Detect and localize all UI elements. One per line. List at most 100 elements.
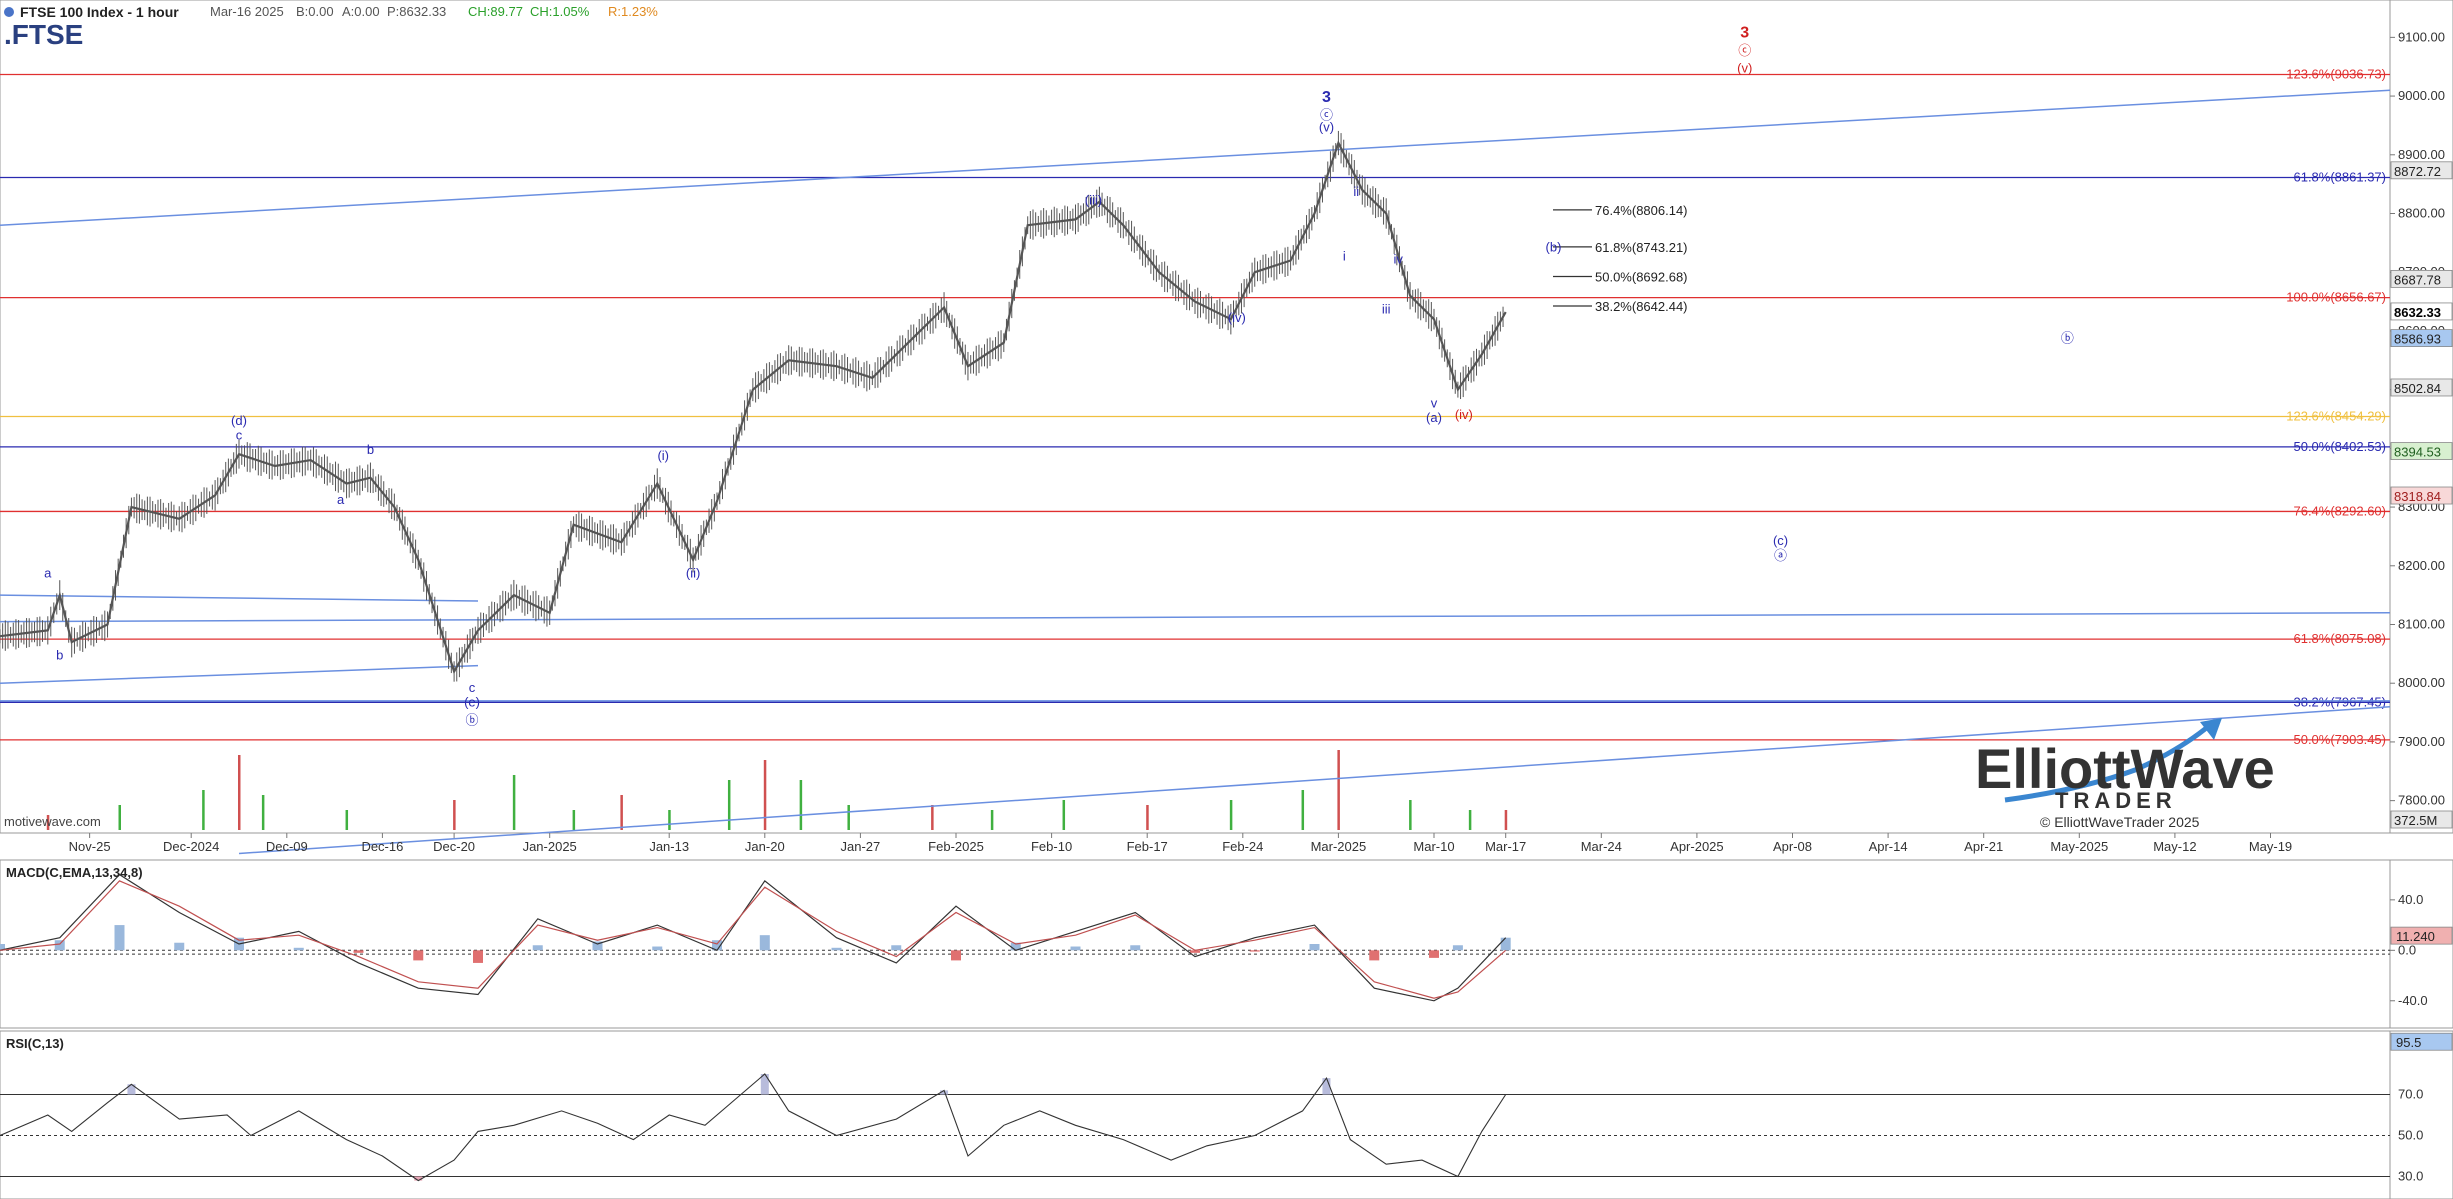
wave-label: 3	[1740, 24, 1749, 41]
chart-date: Mar-16 2025	[210, 4, 284, 19]
wave-label: iv	[1393, 251, 1403, 266]
wave-label: v	[1431, 395, 1438, 410]
date-axis-label: Dec-09	[266, 839, 308, 854]
wave-label: (e)	[464, 695, 480, 710]
wave-label: (v)	[1319, 119, 1334, 134]
volume-bar	[1301, 790, 1305, 830]
volume-bar	[931, 805, 934, 830]
price-axis-label: 9100.00	[2398, 29, 2445, 44]
volume-bar	[1504, 810, 1508, 830]
fib-level-label: 76.4%(8292.60)	[2293, 503, 2386, 518]
volume-bar	[799, 780, 803, 830]
wave-label: (iv)	[1228, 310, 1246, 325]
date-axis-label: Nov-25	[69, 839, 111, 854]
bid-value: B:0.00	[296, 4, 334, 19]
volume-bar	[1062, 800, 1066, 830]
volume-bar	[727, 780, 731, 830]
wave-label: ⓐ	[1774, 548, 1787, 563]
retrace-level-label: 38.2%(8642.44)	[1595, 299, 1688, 314]
fib-level-label: 50.0%(8402.53)	[2293, 439, 2386, 454]
date-axis-label: Feb-17	[1127, 839, 1168, 854]
macd-histogram-bar	[1500, 937, 1511, 951]
date-axis-label: Dec-2024	[163, 839, 219, 854]
macd-histogram-bar	[174, 942, 185, 951]
price-axis-label: 8000.00	[2398, 675, 2445, 690]
date-axis-label: May-12	[2153, 839, 2196, 854]
retrace-level-label: 61.8%(8743.21)	[1595, 240, 1688, 255]
macd-axis-label: -40.0	[2398, 993, 2428, 1008]
price-axis-label: 7800.00	[2398, 793, 2445, 808]
date-axis: Nov-25 Dec-2024 Dec-09 Dec-16 Dec-20 Jan-2025…	[69, 833, 2292, 854]
rsi-title: RSI(C,13)	[6, 1036, 64, 1051]
date-axis-label: Mar-2025	[1311, 839, 1367, 854]
rsi-panel[interactable]	[0, 1030, 2391, 1199]
date-axis-label: Dec-20	[433, 839, 475, 854]
volume-bar	[202, 790, 205, 830]
chart-title: FTSE 100 Index - 1 hour	[20, 4, 179, 20]
price-tag-label: 372.5M	[2394, 813, 2437, 828]
macd-histogram-bar	[1309, 944, 1320, 951]
wave-label: ii	[1353, 184, 1359, 199]
fib-level-label: 61.8%(8075.08)	[2293, 631, 2386, 646]
wave-label: c	[469, 680, 476, 695]
volume-bar	[620, 795, 623, 830]
volume-bar	[261, 795, 265, 830]
wave-label: ⓑ	[2061, 331, 2074, 346]
macd-histogram-bar	[353, 950, 364, 953]
macd-panel[interactable]	[0, 859, 2391, 1029]
wave-label: (b)	[1546, 240, 1562, 255]
wave-label: (ii)	[686, 566, 700, 581]
price-axis-label: 8900.00	[2398, 147, 2445, 162]
rsi-axis-label: 50.0	[2398, 1128, 2423, 1143]
macd-histogram-bar	[1369, 950, 1380, 961]
macd-histogram-bar	[951, 950, 961, 961]
fib-level-label: 50.0%(7903.45)	[2293, 732, 2386, 747]
logo-line2: TRADER	[2055, 788, 2177, 813]
date-axis-label: Mar-24	[1581, 839, 1622, 854]
macd-histogram-bar	[473, 950, 483, 963]
wave-label: (d)	[231, 413, 247, 428]
macd-histogram-bar	[1452, 945, 1463, 951]
price-tag-label: 8394.53	[2394, 445, 2441, 460]
fib-level-label: 38.2%(7967.45)	[2293, 694, 2386, 709]
fib-level-label: 61.8%(8861.37)	[2293, 169, 2386, 184]
change-value: CH:89.77	[468, 4, 523, 19]
macd-histogram-bar	[532, 945, 543, 951]
volume-bar	[990, 810, 994, 830]
macd-histogram-bar	[891, 945, 902, 951]
macd-histogram-bar	[114, 925, 125, 951]
macd-value-label: 11.240	[2396, 929, 2435, 944]
price-tag-label: 8318.84	[2394, 489, 2441, 504]
volume-bar	[238, 755, 241, 830]
wave-label: ⓑ	[466, 712, 479, 727]
date-axis-label: Dec-16	[361, 839, 403, 854]
change-pct-value: CH:1.05%	[530, 4, 590, 19]
wave-label: c	[236, 428, 243, 443]
date-axis-label: May-19	[2249, 839, 2292, 854]
price-tag-label: 8632.33	[2394, 305, 2441, 320]
date-axis-label: Jan-20	[745, 839, 785, 854]
macd-axis-label: 0.0	[2398, 942, 2416, 957]
price-tag-label: 8872.72	[2394, 164, 2441, 179]
price-axis-label: 8200.00	[2398, 558, 2445, 573]
macd-histogram-bar	[413, 950, 424, 961]
fib-level-label: 100.0%(8656.67)	[2286, 290, 2386, 305]
chart-canvas: 123.6%(9036.73) 61.8%(8861.37) 100.0%(8656…	[0, 0, 2453, 1199]
volume-bar	[512, 775, 516, 830]
volume-bar	[1409, 800, 1412, 830]
macd-histogram-bar	[1249, 950, 1260, 952]
volume-bar	[1146, 805, 1149, 830]
watermark: motivewave.com	[4, 814, 101, 829]
date-axis-label: Feb-10	[1031, 839, 1072, 854]
range-pct-value: R:1.23%	[608, 4, 658, 19]
logo-copyright: © ElliottWaveTrader 2025	[2040, 814, 2200, 830]
price-value: P:8632.33	[387, 4, 446, 19]
date-axis-label: Jan-27	[841, 839, 881, 854]
fib-level-label: 123.6%(9036.73)	[2286, 67, 2386, 82]
date-axis-label: Feb-2025	[928, 839, 984, 854]
price-axis[interactable]	[2389, 0, 2453, 834]
date-axis-label: Jan-13	[649, 839, 689, 854]
wave-label: 3	[1322, 89, 1331, 106]
price-tag-label: 8586.93	[2394, 332, 2441, 347]
volume-bar	[453, 800, 456, 830]
